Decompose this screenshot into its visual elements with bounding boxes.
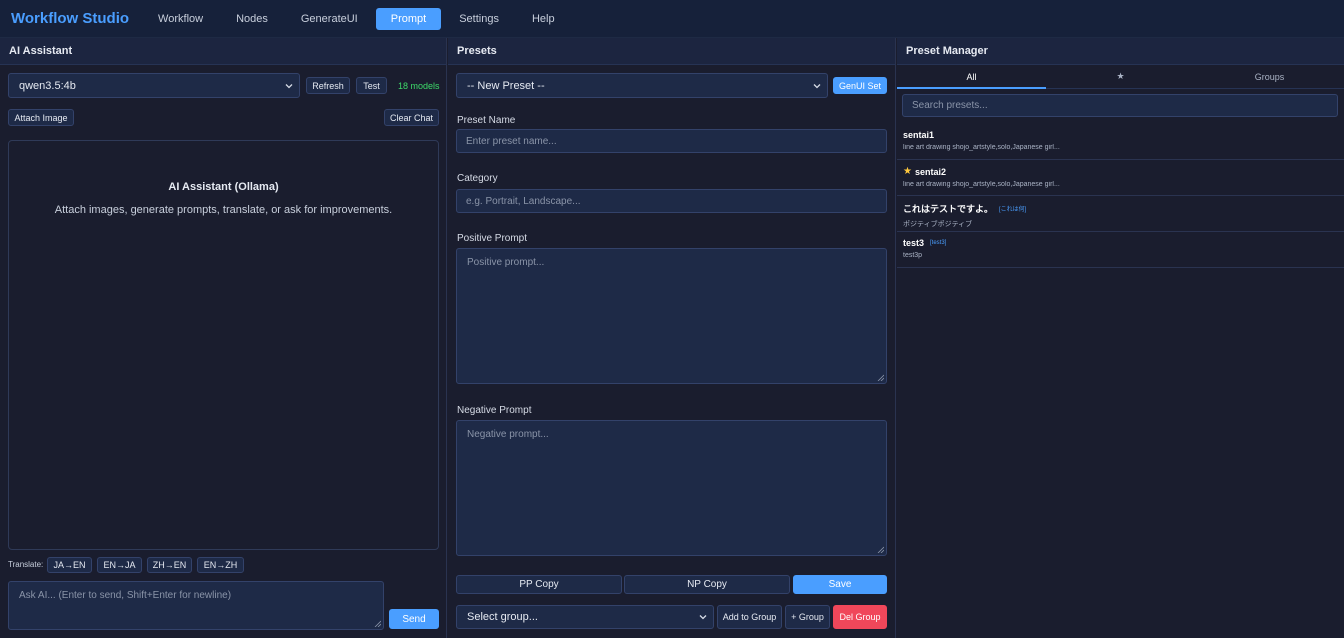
manager-tabs: All ★ Groups	[897, 65, 1344, 89]
negative-prompt-textarea[interactable]: Negative prompt...	[456, 420, 887, 556]
group-select-value: Select group...	[467, 611, 538, 623]
positive-prompt-textarea[interactable]: Positive prompt...	[456, 248, 887, 384]
preset-select-value: -- New Preset --	[467, 79, 545, 92]
save-button[interactable]: Save	[793, 575, 887, 594]
translate-label: Translate:	[8, 560, 44, 569]
preset-manager-panel: Preset Manager All ★ Groups Search prese…	[897, 38, 1344, 638]
np-copy-button[interactable]: NP Copy	[624, 575, 790, 594]
translate-ja-en-button[interactable]: JA→EN	[47, 557, 92, 573]
chevron-down-icon	[285, 83, 293, 88]
tab-groups[interactable]: Groups	[1195, 65, 1344, 88]
model-select[interactable]: qwen3.5:4b	[8, 73, 300, 98]
preset-item-group: [これは何]	[999, 207, 1027, 213]
chevron-down-icon	[699, 615, 707, 620]
add-group-button[interactable]: + Group	[785, 605, 830, 629]
nav-settings[interactable]: Settings	[444, 8, 514, 30]
preset-item-desc: ポジティブポジティブ	[903, 221, 973, 228]
preset-item-name: これはテストですよ。	[903, 204, 994, 214]
search-presets-input[interactable]: Search presets...	[902, 94, 1338, 117]
preset-name-label: Preset Name	[457, 115, 516, 126]
group-select[interactable]: Select group...	[456, 605, 714, 629]
list-item[interactable]: ★ sentai2 line art drawing shojo_artstyle…	[897, 160, 1344, 196]
category-input[interactable]: e.g. Portrait, Landscape...	[456, 189, 887, 213]
test-button[interactable]: Test	[356, 77, 387, 94]
chat-title: AI Assistant (Ollama)	[168, 181, 279, 193]
pp-copy-button[interactable]: PP Copy	[456, 575, 622, 594]
resize-handle-icon[interactable]	[877, 546, 884, 553]
preset-item-name: sentai1	[903, 130, 935, 140]
model-select-value: qwen3.5:4b	[19, 79, 76, 92]
nav-help[interactable]: Help	[517, 8, 570, 30]
resize-handle-icon[interactable]	[877, 374, 884, 381]
tab-all[interactable]: All	[897, 65, 1046, 89]
nav-prompt[interactable]: Prompt	[375, 7, 442, 30]
category-label: Category	[457, 173, 498, 184]
chevron-down-icon	[813, 83, 821, 88]
positive-prompt-placeholder: Positive prompt...	[467, 257, 545, 268]
translate-zh-en-button[interactable]: ZH→EN	[147, 557, 192, 573]
preset-item-name: test3	[903, 238, 925, 248]
tab-favorites[interactable]: ★	[1046, 65, 1195, 88]
presets-panel: Presets -- New Preset -- GenUI Set Prese…	[448, 38, 896, 638]
chat-area: AI Assistant (Ollama) Attach images, gen…	[8, 140, 439, 550]
ask-ai-input[interactable]: Ask AI... (Enter to send, Shift+Enter fo…	[8, 581, 384, 630]
search-presets-placeholder: Search presets...	[912, 100, 988, 111]
send-button[interactable]: Send	[389, 609, 439, 629]
positive-prompt-label: Positive Prompt	[457, 233, 528, 244]
attach-image-button[interactable]: Attach Image	[8, 109, 74, 126]
refresh-button[interactable]: Refresh	[306, 77, 350, 94]
delete-group-button[interactable]: Del Group	[833, 605, 887, 629]
panel-header-presets: Presets	[448, 38, 895, 65]
ask-ai-placeholder: Ask AI... (Enter to send, Shift+Enter fo…	[19, 590, 232, 601]
nav-workflow[interactable]: Workflow	[143, 8, 218, 30]
clear-chat-button[interactable]: Clear Chat	[384, 109, 439, 126]
list-item[interactable]: これはテストですよ。 [これは何] ポジティブポジティブ	[897, 196, 1344, 232]
preset-name-input[interactable]: Enter preset name...	[456, 129, 887, 153]
translate-en-ja-button[interactable]: EN→JA	[97, 557, 142, 573]
preset-item-group: [test3]	[930, 240, 947, 246]
top-nav: Workflow Studio Workflow Nodes GenerateU…	[0, 0, 1344, 38]
preset-item-desc: line art drawing shojo_artstyle,solo,Jap…	[903, 144, 1060, 151]
nav-nodes[interactable]: Nodes	[221, 8, 283, 30]
negative-prompt-placeholder: Negative prompt...	[467, 429, 549, 440]
panel-header-ai-assistant: AI Assistant	[0, 38, 446, 65]
genui-set-button[interactable]: GenUI Set	[833, 77, 887, 94]
category-placeholder: e.g. Portrait, Landscape...	[466, 195, 581, 207]
preset-list: sentai1 line art drawing shojo_artstyle,…	[897, 124, 1344, 268]
preset-select[interactable]: -- New Preset --	[456, 73, 828, 98]
preset-name-placeholder: Enter preset name...	[466, 135, 557, 147]
preset-item-desc: test3p	[903, 252, 923, 259]
star-icon: ★	[903, 166, 912, 177]
chat-subtitle: Attach images, generate prompts, transla…	[54, 204, 393, 216]
model-count: 18 models	[398, 81, 440, 91]
panel-header-preset-manager: Preset Manager	[897, 38, 1344, 65]
preset-item-desc: line art drawing shojo_artstyle,solo,Jap…	[903, 181, 1060, 188]
list-item[interactable]: test3 [test3] test3p	[897, 232, 1344, 268]
preset-item-name: sentai2	[914, 166, 946, 177]
brand-title: Workflow Studio	[11, 10, 130, 27]
translate-en-zh-button[interactable]: EN→ZH	[197, 557, 244, 573]
list-item[interactable]: sentai1 line art drawing shojo_artstyle,…	[897, 124, 1344, 160]
ai-assistant-panel: AI Assistant qwen3.5:4b Refresh Test 18 …	[0, 38, 447, 638]
nav-generateui[interactable]: GenerateUI	[286, 8, 373, 30]
resize-handle-icon[interactable]	[374, 620, 381, 627]
add-to-group-button[interactable]: Add to Group	[717, 605, 782, 629]
negative-prompt-label: Negative Prompt	[457, 405, 532, 416]
